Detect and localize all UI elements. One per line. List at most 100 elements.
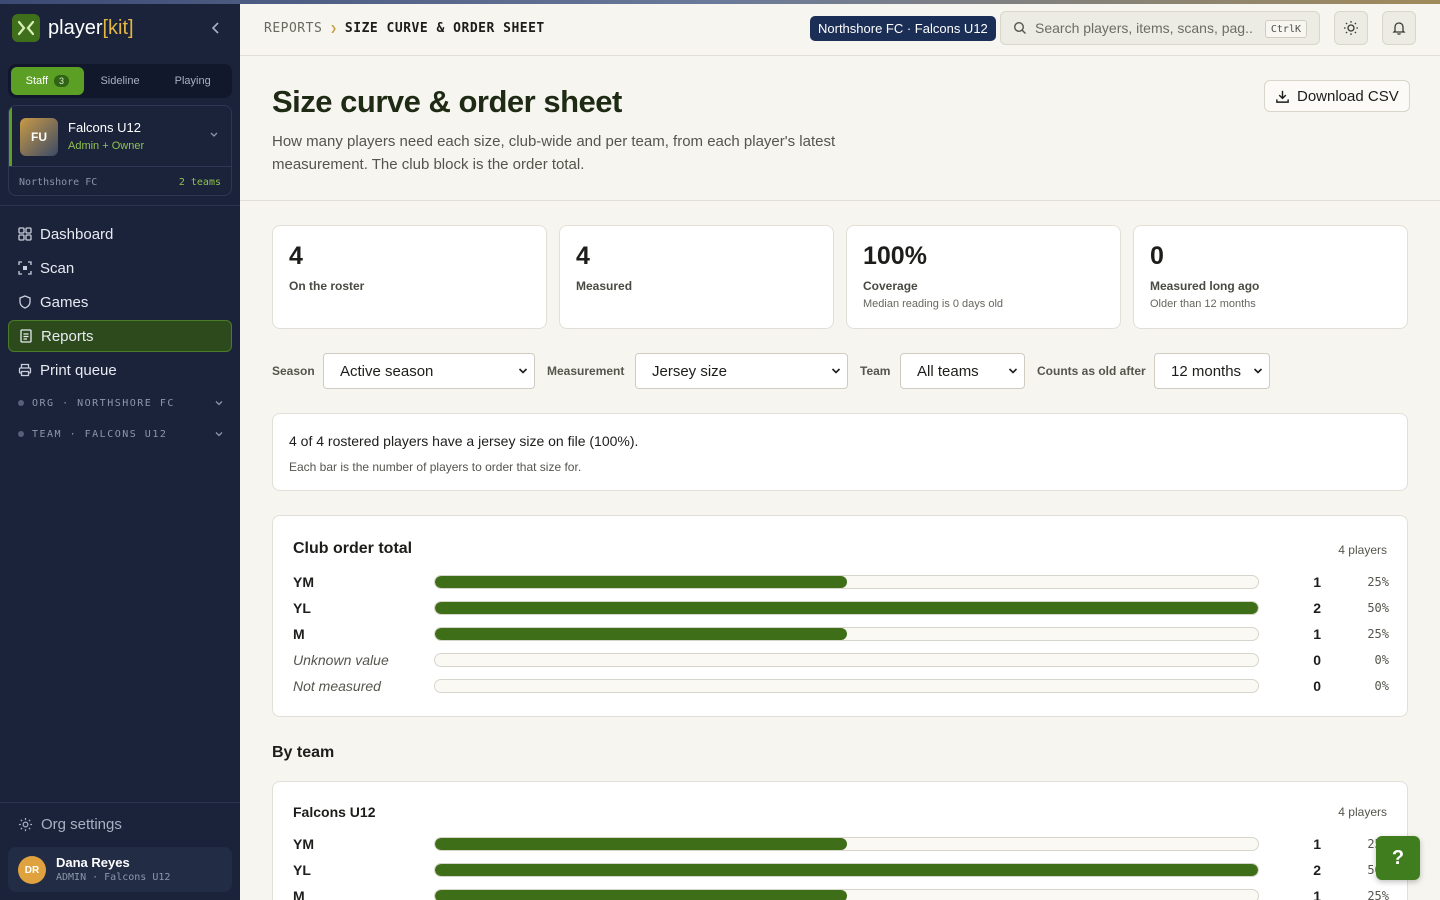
size-row: YM125% bbox=[293, 834, 1389, 854]
nav-label: Scan bbox=[40, 259, 75, 277]
stat-value: 100% bbox=[863, 242, 927, 270]
measurement-select[interactable]: Jersey size bbox=[635, 353, 848, 389]
size-count: 1 bbox=[1313, 888, 1321, 900]
chevron-left-icon bbox=[212, 22, 219, 34]
size-bar-track bbox=[434, 889, 1259, 900]
stat-label: Measured bbox=[576, 279, 633, 293]
team-select[interactable]: All teams bbox=[900, 353, 1025, 389]
stat-label: Measured long ago bbox=[1150, 279, 1260, 293]
nav-print-queue[interactable]: Print queue bbox=[8, 354, 232, 386]
nav-dashboard[interactable]: Dashboard bbox=[8, 218, 232, 250]
old-after-select[interactable]: 12 months bbox=[1154, 353, 1270, 389]
size-bar-fill bbox=[435, 576, 847, 588]
stat-value: 4 bbox=[576, 242, 590, 270]
breadcrumb-reports[interactable]: REPORTS bbox=[264, 21, 322, 36]
size-label: YL bbox=[293, 600, 311, 616]
size-row: YL 2 50% bbox=[293, 598, 1389, 618]
team-switcher[interactable]: FU Falcons U12 Admin + Owner Northshore … bbox=[8, 105, 232, 196]
stat-card-measured-long-ago: 0 Measured long ago Older than 12 months bbox=[1133, 225, 1408, 329]
nav-games[interactable]: Games bbox=[8, 286, 232, 318]
mode-playing[interactable]: Playing bbox=[156, 67, 229, 95]
size-count: 2 bbox=[1313, 600, 1321, 616]
sidebar: player[kit] Staff 3 Sideline Playing FU F… bbox=[0, 0, 240, 900]
group-dot bbox=[18, 400, 24, 406]
top-accent-line bbox=[0, 0, 1440, 4]
team-group-toggle[interactable]: TEAM · FALCONS U12 bbox=[18, 424, 224, 444]
size-percent: 0% bbox=[1374, 653, 1389, 667]
search-icon bbox=[1013, 21, 1026, 34]
by-team-heading: By team bbox=[272, 744, 335, 761]
size-bar-fill bbox=[435, 890, 847, 900]
season-select[interactable]: Active season bbox=[323, 353, 535, 389]
download-csv-button[interactable]: Download CSV bbox=[1264, 80, 1410, 112]
page-header: Size curve & order sheet How many player… bbox=[240, 56, 1440, 201]
chevron-down-icon bbox=[1253, 368, 1263, 374]
chevron-down-icon bbox=[831, 368, 841, 374]
breadcrumb: REPORTS ❯ SIZE CURVE & ORDER SHEET bbox=[264, 21, 545, 36]
global-search[interactable]: CtrlK bbox=[1000, 11, 1320, 45]
download-icon bbox=[1276, 90, 1289, 103]
org-name: Northshore FC bbox=[19, 176, 98, 188]
size-count: 1 bbox=[1313, 836, 1321, 852]
size-bar-track bbox=[434, 575, 1259, 589]
size-row: M 1 25% bbox=[293, 886, 1389, 900]
topbar: REPORTS ❯ SIZE CURVE & ORDER SHEET North… bbox=[240, 4, 1440, 56]
stat-label: Coverage bbox=[863, 279, 918, 293]
size-bar-track bbox=[434, 601, 1259, 615]
team-count[interactable]: 2 teams bbox=[179, 177, 221, 188]
size-row: YM125% bbox=[293, 572, 1389, 592]
brand-kit: [kit] bbox=[102, 16, 134, 39]
team-name: Falcons U12 bbox=[68, 120, 141, 135]
size-label: Unknown value bbox=[293, 652, 389, 668]
size-percent: 25% bbox=[1367, 889, 1389, 900]
stat-card-measured: 4 Measured bbox=[559, 225, 834, 329]
size-count: 2 bbox=[1313, 862, 1321, 878]
bell-icon bbox=[1392, 22, 1406, 35]
search-shortcut: CtrlK bbox=[1264, 20, 1307, 38]
shield-icon bbox=[19, 295, 31, 309]
card-player-count: 4 players bbox=[1338, 543, 1387, 557]
brand-logo[interactable]: player[kit] bbox=[12, 14, 134, 42]
size-count: 1 bbox=[1313, 626, 1321, 642]
chevron-down-icon bbox=[215, 432, 223, 437]
page-description: How many players need each size, club-wi… bbox=[272, 133, 836, 173]
mode-staff[interactable]: Staff 3 bbox=[11, 67, 84, 95]
size-bar-track bbox=[434, 679, 1259, 693]
nav-scan[interactable]: Scan bbox=[8, 252, 232, 284]
stat-sublabel: Median reading is 0 days old bbox=[863, 298, 1004, 310]
size-label: YM bbox=[293, 836, 314, 852]
mode-sideline[interactable]: Sideline bbox=[84, 67, 157, 95]
gear-icon bbox=[18, 817, 33, 832]
size-row: Unknown value 0 0% bbox=[293, 650, 1389, 670]
sun-icon bbox=[1344, 21, 1358, 35]
stat-sublabel: Older than 12 months bbox=[1150, 298, 1256, 310]
org-group-toggle[interactable]: ORG · NORTHSHORE FC bbox=[18, 393, 224, 413]
nav-label: Reports bbox=[41, 327, 94, 345]
nav-label: Print queue bbox=[40, 361, 117, 379]
size-label: M bbox=[293, 888, 305, 900]
chevron-updown-icon bbox=[210, 132, 218, 137]
org-settings-link[interactable]: Org settings bbox=[18, 816, 122, 833]
user-menu[interactable]: DR Dana Reyes ADMIN · Falcons U12 bbox=[8, 847, 232, 892]
old-after-label: Counts as old after bbox=[1037, 364, 1146, 378]
size-bar-track bbox=[434, 837, 1259, 851]
size-percent: 0% bbox=[1374, 679, 1389, 693]
stat-value: 0 bbox=[1150, 242, 1164, 270]
summary-note: Each bar is the number of players to ord… bbox=[289, 460, 582, 474]
context-badge[interactable]: Northshore FC · Falcons U12 bbox=[810, 16, 996, 41]
collapse-sidebar-button[interactable] bbox=[208, 18, 224, 38]
chevron-down-icon bbox=[518, 368, 528, 374]
theme-toggle-button[interactable] bbox=[1334, 11, 1368, 45]
card-title: Club order total bbox=[293, 540, 413, 557]
size-bar-fill bbox=[435, 602, 1258, 614]
notifications-button[interactable] bbox=[1382, 11, 1416, 45]
size-count: 1 bbox=[1313, 574, 1321, 590]
help-button[interactable]: ? bbox=[1376, 836, 1420, 880]
page-title: Size curve & order sheet bbox=[272, 84, 622, 119]
nav-reports[interactable]: Reports bbox=[8, 320, 232, 352]
size-label: M bbox=[293, 626, 305, 642]
size-bar-track bbox=[434, 627, 1259, 641]
nav-label: Dashboard bbox=[40, 225, 114, 243]
size-label: YM bbox=[293, 574, 314, 590]
search-input[interactable] bbox=[1035, 20, 1253, 36]
